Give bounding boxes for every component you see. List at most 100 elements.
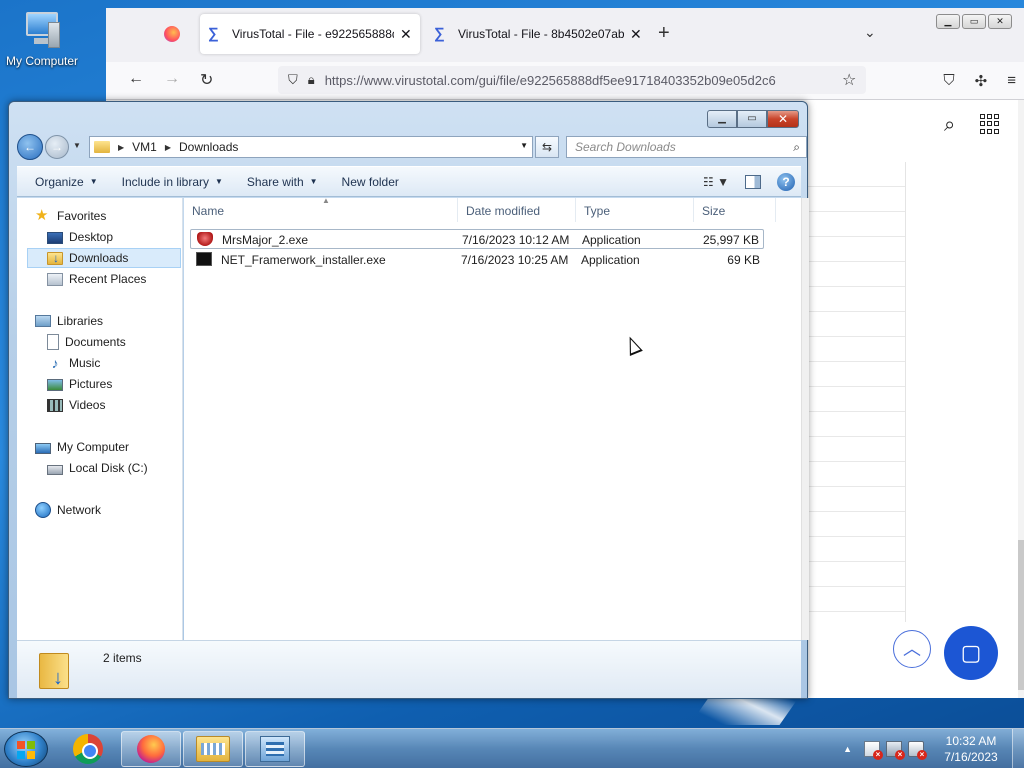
nav-item-favorites[interactable]: ★ Favorites bbox=[35, 206, 106, 226]
start-button[interactable] bbox=[4, 731, 48, 767]
nav-label: Desktop bbox=[69, 230, 114, 244]
network-tray-icon[interactable]: × bbox=[886, 741, 905, 760]
tab-title: VirusTotal - File - 8b4502e07ab5 bbox=[458, 27, 624, 41]
nav-label: Libraries bbox=[57, 314, 104, 328]
chevron-right-icon[interactable]: ▶ bbox=[118, 143, 124, 152]
list-tabs-chevron-icon[interactable]: ⌄ bbox=[864, 24, 876, 41]
nav-item-desktop[interactable]: Desktop bbox=[47, 227, 113, 247]
close-tab-icon[interactable]: ✕ bbox=[400, 26, 412, 43]
taskbar-explorer[interactable] bbox=[183, 731, 243, 767]
table-row[interactable]: MrsMajor_2.exe 7/16/2023 10:12 AM Applic… bbox=[190, 229, 764, 249]
file-name: MrsMajor_2.exe bbox=[222, 233, 309, 247]
address-dropdown-icon[interactable]: ▼ bbox=[520, 141, 528, 150]
firefox-nav-bar: ← → ↻ ⛉ 🔒︎ https://www.virustotal.com/gu… bbox=[106, 62, 1024, 100]
show-hidden-icons-icon[interactable]: ▲ bbox=[843, 744, 852, 754]
search-icon[interactable]: ⌕ bbox=[793, 140, 800, 155]
close-tab-icon[interactable]: ✕ bbox=[630, 26, 642, 43]
change-view-icon[interactable]: ☷ ▼ bbox=[703, 175, 729, 189]
nav-item-network[interactable]: Network bbox=[35, 500, 101, 520]
nav-item-local-disk[interactable]: Local Disk (C:) bbox=[47, 458, 148, 478]
clock[interactable]: 10:32 AM 7/16/2023 bbox=[938, 733, 1004, 765]
scroll-to-top-button[interactable]: ︿ bbox=[893, 630, 931, 668]
maximize-button[interactable]: ▭ bbox=[962, 14, 986, 29]
refresh-button[interactable]: ⇆ bbox=[535, 136, 559, 158]
organize-button[interactable]: Organize ▼ bbox=[17, 175, 110, 189]
nav-item-my-computer[interactable]: My Computer bbox=[35, 437, 129, 457]
share-with-button[interactable]: Share with ▼ bbox=[235, 175, 330, 189]
pocket-icon[interactable]: ⛉ bbox=[943, 72, 954, 90]
address-row: ← → ▼ ▶ VM1 ▶ Downloads ▼ ⇆ Search Downl… bbox=[17, 134, 807, 160]
search-input[interactable]: Search Downloads ⌕ bbox=[566, 136, 807, 158]
column-label: Size bbox=[702, 204, 726, 218]
include-in-library-label: Include in library bbox=[121, 174, 209, 189]
back-arrow-icon[interactable]: ← bbox=[128, 70, 144, 88]
close-button[interactable]: ✕ bbox=[988, 14, 1012, 29]
show-desktop-button[interactable] bbox=[1012, 729, 1024, 768]
taskbar-chrome[interactable] bbox=[58, 731, 118, 767]
breadcrumb-vm1[interactable]: VM1 bbox=[132, 140, 157, 154]
nav-item-downloads[interactable]: Downloads bbox=[27, 248, 181, 268]
column-header-size[interactable]: Size bbox=[694, 198, 776, 222]
new-folder-button[interactable]: New folder bbox=[330, 175, 411, 189]
column-header-name[interactable]: ▲ Name bbox=[184, 196, 458, 222]
minimize-button[interactable]: ▁ bbox=[707, 110, 737, 128]
bookmark-star-icon[interactable]: ☆ bbox=[842, 70, 856, 90]
documents-icon bbox=[47, 334, 59, 350]
forward-button[interactable]: → bbox=[45, 135, 69, 159]
shield-icon[interactable]: ⛉ bbox=[288, 72, 298, 88]
nav-item-pictures[interactable]: Pictures bbox=[47, 374, 112, 394]
lock-icon[interactable]: 🔒︎ bbox=[308, 72, 315, 88]
apps-grid-icon[interactable] bbox=[980, 114, 1000, 134]
reload-icon[interactable]: ↻ bbox=[200, 70, 213, 90]
nav-item-videos[interactable]: Videos bbox=[47, 395, 105, 415]
organize-label: Organize bbox=[35, 174, 84, 189]
extensions-icon[interactable]: ✣ bbox=[975, 72, 988, 90]
chat-button[interactable]: ▢ bbox=[944, 626, 998, 680]
minimize-button[interactable]: ▁ bbox=[936, 14, 960, 29]
column-label: Date modified bbox=[466, 204, 541, 218]
nav-label: Downloads bbox=[69, 251, 129, 265]
tab-virustotal-2[interactable]: ∑ VirusTotal - File - 8b4502e07ab5 ✕ bbox=[426, 14, 650, 54]
downloads-folder-icon: ↓ bbox=[37, 647, 75, 689]
chevron-down-icon: ▼ bbox=[309, 177, 318, 186]
column-header-date-modified[interactable]: Date modified bbox=[458, 198, 576, 222]
desktop-icon-label: My Computer bbox=[5, 54, 79, 68]
videos-icon bbox=[47, 398, 63, 412]
nav-item-documents[interactable]: Documents bbox=[47, 332, 126, 352]
downloads-folder-icon bbox=[47, 251, 63, 265]
taskbar-control-panel[interactable] bbox=[245, 731, 305, 767]
nav-item-libraries[interactable]: Libraries bbox=[35, 311, 103, 331]
nav-item-recent-places[interactable]: Recent Places bbox=[47, 269, 146, 289]
preview-pane-icon[interactable] bbox=[745, 175, 761, 189]
forward-arrow-icon[interactable]: → bbox=[164, 70, 180, 88]
computer-icon bbox=[20, 8, 64, 52]
breadcrumb-downloads[interactable]: Downloads bbox=[179, 140, 238, 154]
taskbar-firefox[interactable] bbox=[121, 731, 181, 767]
url-bar[interactable]: ⛉ 🔒︎ https://www.virustotal.com/gui/file… bbox=[278, 66, 866, 94]
search-icon[interactable]: ⌕ bbox=[944, 114, 955, 137]
table-row[interactable]: NET_Framerwork_installer.exe 7/16/2023 1… bbox=[190, 250, 764, 270]
close-button[interactable]: ✕ bbox=[767, 110, 799, 128]
recent-pages-dropdown-icon[interactable]: ▼ bbox=[73, 141, 81, 150]
my-computer-desktop-icon[interactable]: My Computer bbox=[2, 8, 82, 68]
sort-up-icon: ▲ bbox=[322, 196, 330, 205]
explorer-window-controls: ▁ ▭ ✕ bbox=[707, 110, 799, 128]
nav-item-music[interactable]: ♪ Music bbox=[47, 353, 101, 373]
maximize-button[interactable]: ▭ bbox=[737, 110, 767, 128]
tab-virustotal-1[interactable]: ∑ VirusTotal - File - e922565888df5ee917… bbox=[200, 14, 420, 54]
menu-icon[interactable]: ≡ bbox=[1007, 72, 1016, 90]
file-size: 25,997 KB bbox=[702, 233, 759, 247]
action-center-flag-icon[interactable]: × bbox=[864, 741, 883, 760]
explorer-window[interactable]: ▁ ▭ ✕ ← → ▼ ▶ VM1 ▶ Downloads ▼ ⇆ Search… bbox=[8, 101, 809, 699]
chevron-right-icon[interactable]: ▶ bbox=[165, 143, 171, 152]
recent-places-icon bbox=[47, 272, 63, 286]
file-list-scrollbar[interactable] bbox=[801, 198, 809, 640]
new-tab-icon[interactable]: + bbox=[658, 22, 670, 45]
column-header-type[interactable]: Type bbox=[576, 198, 694, 222]
include-in-library-button[interactable]: Include in library ▼ bbox=[110, 175, 235, 189]
volume-muted-icon[interactable]: × bbox=[908, 741, 927, 760]
back-button[interactable]: ← bbox=[17, 134, 43, 160]
help-icon[interactable]: ? bbox=[777, 173, 795, 191]
firefox-scrollbar[interactable] bbox=[1018, 100, 1024, 698]
address-bar[interactable]: ▶ VM1 ▶ Downloads ▼ bbox=[89, 136, 533, 158]
